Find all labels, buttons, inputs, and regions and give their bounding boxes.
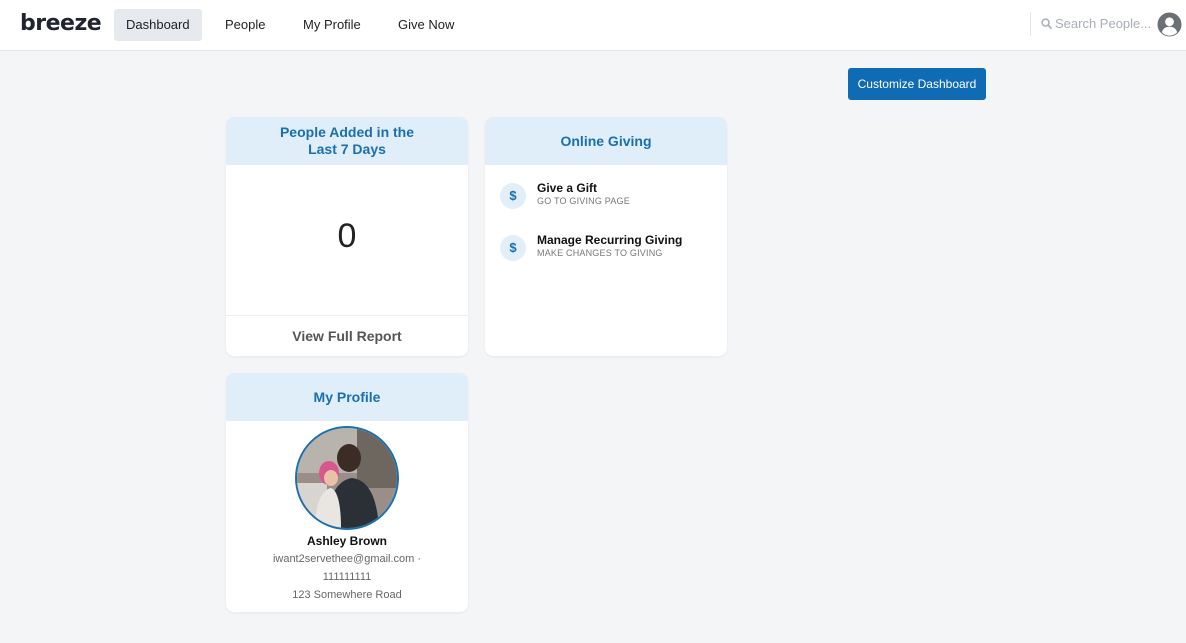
people-added-title-line2: Last 7 Days xyxy=(308,141,386,157)
give-a-gift-title: Give a Gift xyxy=(537,181,598,195)
nav-people[interactable]: People xyxy=(213,9,277,41)
profile-name: Ashley Brown xyxy=(306,534,387,548)
breeze-logo[interactable]: breeze xyxy=(20,11,102,36)
user-account-icon[interactable] xyxy=(1157,12,1182,37)
profile-contact-line1: iwant2servethee@gmail.com · xyxy=(272,553,422,565)
nav-dashboard[interactable]: Dashboard xyxy=(114,9,202,41)
dollar-icon: $ xyxy=(500,235,526,261)
profile-contact-line2: 111111111 xyxy=(322,571,372,583)
my-profile-title: My Profile xyxy=(313,388,381,405)
online-giving-title: Online Giving xyxy=(560,132,652,149)
nav-my-profile[interactable]: My Profile xyxy=(291,9,373,41)
avatar[interactable] xyxy=(295,426,399,530)
dollar-icon: $ xyxy=(500,183,526,209)
manage-recurring-giving-item[interactable]: $ Manage Recurring Giving MAKE CHANGES T… xyxy=(500,233,710,263)
give-a-gift-item[interactable]: $ Give a Gift GO TO GIVING PAGE xyxy=(500,181,710,211)
search-icon xyxy=(1041,18,1052,29)
profile-address: 123 Somewhere Road xyxy=(292,589,402,601)
my-profile-card: My Profile Ashley Brown iwant2servethee@… xyxy=(226,373,468,612)
view-full-report-link[interactable]: View Full Report xyxy=(226,315,468,356)
people-added-title-line1: People Added in the xyxy=(279,124,415,140)
give-a-gift-subtitle: GO TO GIVING PAGE xyxy=(537,196,630,206)
people-added-header: People Added in the Last 7 Days xyxy=(226,117,468,165)
nav-give-now[interactable]: Give Now xyxy=(386,9,466,41)
manage-recurring-giving-title: Manage Recurring Giving xyxy=(537,233,683,247)
people-added-count: 0 xyxy=(337,217,357,255)
top-navbar: breeze Dashboard People My Profile Give … xyxy=(0,0,1186,51)
search-input[interactable]: Search People... xyxy=(1030,12,1159,36)
people-added-card: People Added in the Last 7 Days 0 View F… xyxy=(226,117,468,356)
manage-recurring-giving-subtitle: MAKE CHANGES TO GIVING xyxy=(537,248,663,258)
online-giving-header: Online Giving xyxy=(485,117,727,165)
customize-dashboard-button[interactable]: Customize Dashboard xyxy=(848,68,986,100)
profile-photo xyxy=(297,428,397,528)
online-giving-card: Online Giving $ Give a Gift GO TO GIVING… xyxy=(485,117,727,356)
search-placeholder: Search People... xyxy=(1055,16,1152,31)
my-profile-header: My Profile xyxy=(226,373,468,421)
